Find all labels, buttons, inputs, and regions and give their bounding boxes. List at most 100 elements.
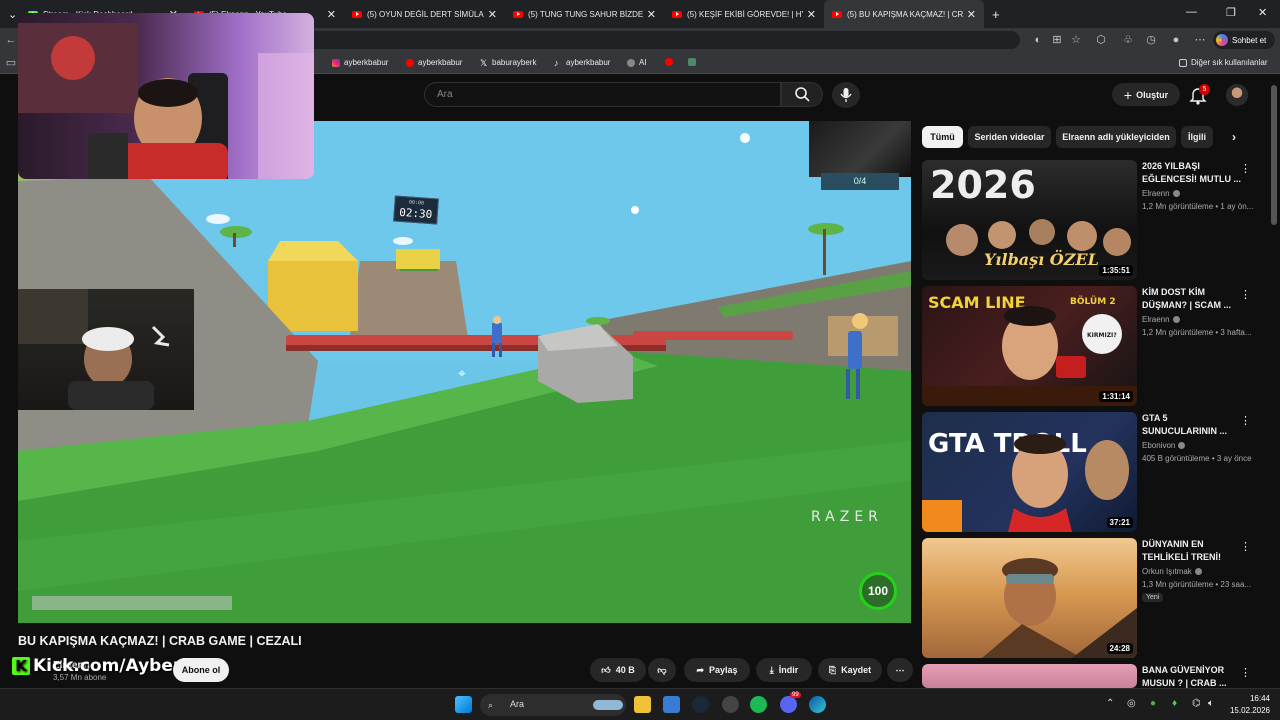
video-thumbnail[interactable]: GTA TROLL 37:21 bbox=[922, 412, 1137, 532]
bookmark-item[interactable]: ayberkbabur bbox=[332, 58, 388, 67]
bookmark-item[interactable] bbox=[665, 58, 677, 66]
url-field[interactable] bbox=[300, 31, 1020, 49]
file-explorer-icon[interactable] bbox=[634, 696, 651, 713]
browser-tab-active[interactable]: (5) BU KAPIŞMA KAÇMAZ! | CRAB ✕ bbox=[824, 0, 984, 28]
recommendation-meta: 1,2 Mn görüntüleme • 1 ay ön... bbox=[1142, 202, 1254, 211]
apps-icon[interactable]: ⊞ bbox=[1050, 33, 1064, 47]
dislike-button[interactable]: 👎︎ bbox=[648, 658, 676, 682]
photos-icon[interactable] bbox=[663, 696, 680, 713]
chevron-up-icon[interactable]: ⌃ bbox=[1106, 698, 1114, 709]
recommendation-title[interactable]: 2026 YILBAŞI EĞLENCESİ! MUTLU ... bbox=[1142, 160, 1242, 186]
shield-icon[interactable]: ● bbox=[1150, 698, 1156, 709]
chip-all[interactable]: Tümü bbox=[922, 126, 963, 148]
translate-icon[interactable]: ◐ bbox=[1031, 33, 1045, 47]
close-tab-icon[interactable]: ✕ bbox=[967, 8, 976, 21]
more-options-icon[interactable]: ⋮ bbox=[1240, 162, 1251, 175]
thumbs-down-icon: 👎︎ bbox=[657, 664, 667, 675]
recommendation-item[interactable]: SCAM LINE BÖLÜM 2 KIRMIZI? 1:31:14 KİM D… bbox=[922, 286, 1272, 406]
recommendation-meta: 405 B görüntüleme • 3 ay önce bbox=[1142, 454, 1252, 463]
subscribe-button[interactable]: Abone ol bbox=[173, 658, 229, 682]
minimize-icon[interactable]: — bbox=[1186, 6, 1197, 18]
webcam-scene-2 bbox=[18, 289, 170, 410]
close-tab-icon[interactable]: ✕ bbox=[488, 8, 497, 21]
verified-icon bbox=[1172, 190, 1180, 197]
other-bookmarks-button[interactable]: Diğer sık kullanılanlar bbox=[1179, 58, 1267, 67]
microphone-icon[interactable]: ♦ bbox=[1172, 698, 1177, 709]
close-tab-icon[interactable]: ✕ bbox=[807, 8, 816, 21]
more-icon[interactable]: ⋯ bbox=[1193, 33, 1207, 47]
system-clock[interactable]: 16:44 15.02.2026 bbox=[1228, 693, 1270, 717]
chip-series[interactable]: Seriden videolar bbox=[968, 126, 1051, 148]
recommendation-item[interactable]: 24:28 DÜNYANIN EN TEHLİKELİ TRENİ! Orkun… bbox=[922, 538, 1272, 658]
save-button[interactable]: ⎘ Kaydet bbox=[818, 658, 882, 682]
create-button[interactable]: + Oluştur bbox=[1112, 83, 1180, 106]
profile-icon[interactable]: ● bbox=[1169, 33, 1183, 47]
maximize-icon[interactable]: ❐ bbox=[1226, 6, 1236, 19]
recommendation-item[interactable]: GTA TROLL 37:21 GTA 5 SUNUCULARININ ... … bbox=[922, 412, 1272, 532]
scrollbar-thumb[interactable] bbox=[1271, 85, 1277, 225]
more-actions-button[interactable]: ⋯ bbox=[887, 658, 913, 682]
bookmark-item[interactable]: ayberkbabur bbox=[406, 58, 462, 67]
notification-count-badge: 5 bbox=[1199, 84, 1210, 95]
recommendation-channel: Ebonivon bbox=[1142, 441, 1186, 450]
recommendation-title[interactable]: DÜNYANIN EN TEHLİKELİ TRENİ! bbox=[1142, 538, 1242, 564]
bookmark-item[interactable] bbox=[688, 58, 700, 66]
browser-tab[interactable]: (5) TUNG TUNG SAHUR BİZDEN N ✕ bbox=[505, 0, 664, 28]
start-button-icon[interactable] bbox=[455, 696, 472, 713]
chip-uploader[interactable]: Elraenn adlı yükleyiciden bbox=[1056, 126, 1176, 148]
more-options-icon[interactable]: ⋮ bbox=[1240, 414, 1251, 427]
spotify-icon[interactable] bbox=[750, 696, 767, 713]
bookmark-item[interactable]: AI bbox=[627, 58, 647, 67]
sidebar-toggle-icon[interactable]: ▭ bbox=[4, 56, 18, 70]
video-thumbnail[interactable]: SCAM LINE BÖLÜM 2 KIRMIZI? 1:31:14 bbox=[922, 286, 1137, 406]
audio-device-icon[interactable]: ◎ bbox=[1127, 698, 1136, 709]
close-tab-icon[interactable]: ✕ bbox=[647, 8, 656, 21]
recommendation-title[interactable]: KİM DOST KİM DÜŞMAN? | SCAM ... bbox=[1142, 286, 1242, 312]
more-options-icon[interactable]: ⋮ bbox=[1240, 666, 1251, 679]
video-thumbnail[interactable]: 2026 Yılbaşı ÖZEL 1:35:51 bbox=[922, 160, 1137, 280]
copilot-chat-button[interactable]: Sohbet et bbox=[1213, 31, 1275, 49]
back-icon[interactable]: ← bbox=[4, 33, 18, 47]
verified-icon bbox=[1178, 442, 1186, 449]
browser-tab[interactable]: (5) KEŞİF EKİBİ GÖREVDE! | HYTALE ✕ bbox=[664, 0, 824, 28]
browser-tab[interactable]: (5) OYUN DEĞİL DERT SİMÜLASYONU ✕ bbox=[344, 0, 505, 28]
search-highlight-icon bbox=[593, 700, 623, 710]
download-icon: ⤓ bbox=[769, 664, 774, 675]
chip-related[interactable]: İlgili bbox=[1181, 126, 1213, 148]
chevron-right-icon[interactable]: › bbox=[1222, 126, 1246, 148]
video-thumbnail[interactable]: 24:28 bbox=[922, 538, 1137, 658]
recommendation-title[interactable]: GTA 5 SUNUCULARININ ... bbox=[1142, 412, 1242, 438]
edge-icon[interactable] bbox=[809, 696, 826, 713]
network-icon[interactable]: ⌬ bbox=[1192, 698, 1201, 709]
more-options-icon[interactable]: ⋮ bbox=[1240, 540, 1251, 553]
bookmark-item[interactable]: ♪ ayberkbabur bbox=[554, 58, 610, 67]
recommendation-item[interactable]: BANA GÜVENİYOR MUSUN ? | CRAB ... ⋮ bbox=[922, 664, 1272, 688]
video-thumbnail[interactable] bbox=[922, 664, 1137, 688]
search-button[interactable] bbox=[781, 82, 823, 107]
close-tab-icon[interactable]: ✕ bbox=[327, 8, 336, 21]
tab-list-button[interactable]: ⌄ bbox=[0, 0, 20, 28]
volume-icon[interactable]: 🔈︎ bbox=[1208, 698, 1214, 709]
recommendation-title[interactable]: BANA GÜVENİYOR MUSUN ? | CRAB ... bbox=[1142, 664, 1242, 688]
bookmark-item[interactable]: 𝕏 baburayberk bbox=[480, 58, 536, 67]
svg-text:SCAM LINE: SCAM LINE bbox=[928, 293, 1026, 312]
more-options-icon[interactable]: ⋮ bbox=[1240, 288, 1251, 301]
obs-icon[interactable] bbox=[722, 696, 739, 713]
discord-icon[interactable] bbox=[780, 696, 797, 713]
account-avatar[interactable] bbox=[1226, 84, 1248, 106]
favorite-star-icon[interactable]: ☆ bbox=[1069, 33, 1083, 47]
search-icon bbox=[795, 87, 810, 102]
like-button[interactable]: 👍︎ 40 B bbox=[590, 658, 646, 682]
share-button[interactable]: ➦ Paylaş bbox=[684, 658, 750, 682]
recommendation-item[interactable]: 2026 Yılbaşı ÖZEL 1:35:51 2026 YILBAŞI E… bbox=[922, 160, 1272, 280]
new-tab-button[interactable]: + bbox=[984, 0, 1010, 28]
recommendation-channel: Elraenn bbox=[1142, 189, 1180, 198]
extensions-icon[interactable]: ⬡ bbox=[1094, 33, 1108, 47]
steam-icon[interactable] bbox=[692, 696, 709, 713]
download-button[interactable]: ⤓ İndir bbox=[756, 658, 812, 682]
history-icon[interactable]: ◷ bbox=[1144, 33, 1158, 47]
search-input[interactable]: Ara bbox=[424, 82, 781, 107]
favorites-icon[interactable]: ♧ bbox=[1121, 33, 1135, 47]
voice-search-button[interactable] bbox=[832, 82, 860, 108]
close-window-icon[interactable]: ✕ bbox=[1258, 6, 1267, 19]
